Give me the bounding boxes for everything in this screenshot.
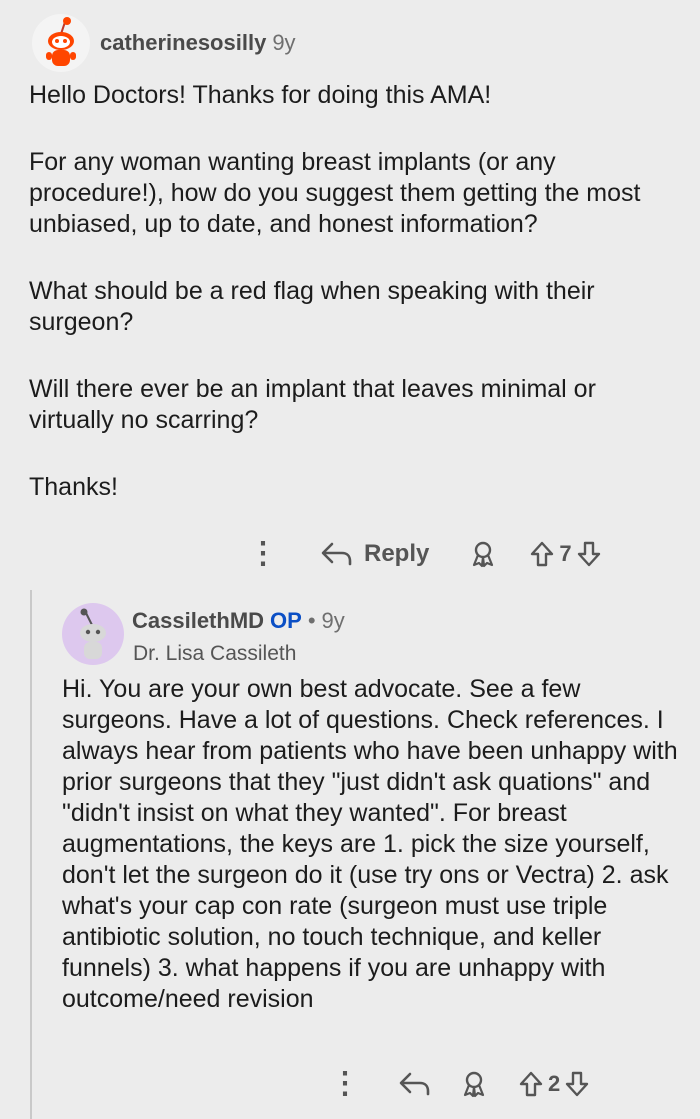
- reply-button[interactable]: [398, 1071, 432, 1097]
- comment-age: 9y: [321, 608, 345, 633]
- snoo-avatar-icon: [63, 604, 123, 664]
- paragraph: Hello Doctors! Thanks for doing this AMA…: [29, 81, 492, 109]
- username[interactable]: catherinesosilly: [100, 30, 266, 55]
- downvote-icon[interactable]: [564, 1070, 590, 1098]
- vote-count: 7: [559, 541, 572, 566]
- username[interactable]: CassilethMD: [132, 608, 264, 633]
- reply-label: Reply: [364, 540, 430, 567]
- thread-line[interactable]: [30, 590, 32, 1119]
- comment-body: Hi. You are your own best advocate. See …: [62, 674, 682, 1015]
- reply-button[interactable]: Reply: [320, 540, 429, 568]
- separator-dot: •: [307, 608, 316, 633]
- paragraph: Thanks!: [29, 473, 118, 501]
- comment-body: Hello Doctors! Thanks for doing this AMA…: [29, 80, 679, 539]
- comment-age: 9y: [272, 30, 296, 55]
- upvote-icon[interactable]: [529, 540, 555, 568]
- snoo-avatar-icon: [33, 15, 89, 71]
- comment-actions: ⋮ 2: [330, 1064, 590, 1104]
- paragraph: Hi. You are your own best advocate. See …: [62, 675, 678, 1013]
- avatar[interactable]: [32, 14, 90, 72]
- paragraph: Will there ever be an implant that leave…: [29, 375, 596, 434]
- paragraph: For any woman wanting breast implants (o…: [29, 148, 641, 238]
- more-options-icon[interactable]: ⋮: [330, 1069, 360, 1099]
- award-icon[interactable]: [469, 540, 497, 568]
- more-options-icon[interactable]: ⋮: [248, 539, 278, 569]
- vote-count: 2: [548, 1071, 561, 1096]
- reply-arrow-icon: [399, 1072, 430, 1096]
- award-icon[interactable]: [460, 1070, 488, 1098]
- paragraph: What should be a red flag when speaking …: [29, 277, 595, 336]
- downvote-icon[interactable]: [576, 540, 602, 568]
- op-badge: OP: [270, 608, 302, 633]
- comment-actions: ⋮ Reply 7: [248, 534, 602, 574]
- username-line: catherinesosilly 9y: [100, 30, 296, 56]
- reply-arrow-icon: [321, 542, 352, 566]
- username-line: CassilethMD OP • 9y: [132, 608, 345, 634]
- user-flair: Dr. Lisa Cassileth: [133, 642, 297, 665]
- avatar[interactable]: [62, 603, 124, 665]
- upvote-icon[interactable]: [518, 1070, 544, 1098]
